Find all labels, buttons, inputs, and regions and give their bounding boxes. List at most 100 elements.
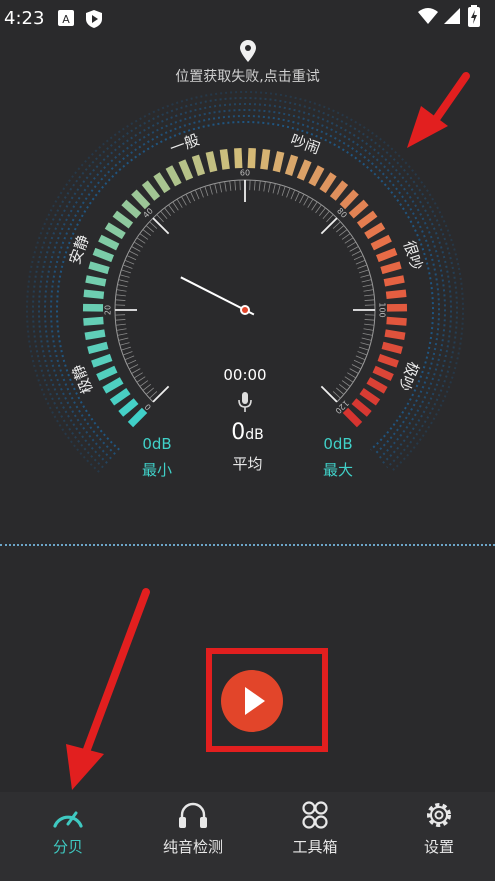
gauge-segment — [260, 148, 271, 170]
major-tick — [320, 385, 338, 403]
minor-tick — [117, 284, 128, 287]
gauge-segment — [127, 407, 148, 428]
play-icon — [245, 687, 265, 715]
play-button[interactable] — [221, 670, 283, 732]
minor-tick — [307, 198, 314, 208]
minor-tick — [281, 186, 286, 196]
minor-tick — [131, 368, 141, 374]
gauge-segment — [296, 159, 312, 181]
minor-tick — [357, 264, 368, 269]
level-label: 极吵 — [395, 359, 423, 394]
gauge-segment — [359, 387, 381, 406]
minor-tick — [168, 204, 175, 214]
scale-tick-label: 20 — [104, 305, 113, 315]
minor-tick — [322, 210, 330, 220]
min-value: 0dB — [142, 435, 172, 453]
level-label: 极静 — [68, 362, 96, 397]
gauge-segment — [205, 151, 218, 173]
headphones-icon — [179, 802, 207, 828]
gauge-segment — [153, 172, 171, 194]
gauge-segment — [342, 407, 363, 428]
gauge-segment — [384, 329, 406, 340]
nav-label-toolbox: 工具箱 — [292, 838, 338, 856]
minor-tick — [116, 328, 127, 331]
gauge-segment — [88, 261, 110, 275]
minor-tick — [360, 274, 371, 278]
minor-tick — [349, 246, 359, 252]
gauge-segment — [381, 341, 403, 355]
minor-tick — [353, 255, 364, 261]
scale-tick-label: 100 — [378, 302, 387, 317]
gauge-segment — [96, 365, 118, 381]
gauge-segment — [284, 154, 299, 176]
minor-tick — [115, 323, 126, 326]
gauge-segment — [141, 180, 161, 201]
min-label: 最小 — [141, 461, 172, 479]
gauge-segment — [165, 165, 182, 187]
minor-tick — [139, 233, 149, 240]
minor-tick — [332, 221, 341, 229]
minor-tick — [234, 180, 236, 191]
gauge-segment — [92, 247, 114, 263]
minor-tick — [349, 368, 359, 374]
nav-item-tone-test[interactable]: 纯音检测 — [143, 800, 243, 857]
major-tick — [152, 385, 170, 403]
gauge-segment — [319, 172, 337, 194]
minor-tick — [209, 184, 213, 195]
minor-tick — [224, 181, 227, 192]
minor-tick — [268, 182, 271, 193]
minor-tick — [190, 191, 196, 202]
minor-tick — [149, 391, 158, 399]
minor-tick — [115, 319, 126, 321]
decibel-gauge: 020406080100120 极静安静一般 吵闹很吵极吵 — [26, 91, 464, 473]
arrow-bottom-left — [66, 588, 150, 790]
minor-tick — [164, 207, 172, 217]
minor-tick — [347, 241, 357, 248]
minor-tick — [362, 333, 373, 336]
gauge-segment — [85, 275, 107, 287]
minor-tick — [172, 201, 179, 211]
minor-tick — [361, 279, 372, 283]
minor-tick — [121, 346, 131, 351]
gauge-segment — [234, 147, 243, 169]
gauge-segment — [386, 316, 407, 326]
minor-tick — [341, 380, 351, 387]
minor-tick — [362, 284, 373, 287]
nav-item-settings[interactable]: 设置 — [389, 800, 489, 857]
minor-tick — [359, 269, 369, 274]
minor-tick — [361, 337, 372, 341]
minor-tick — [160, 210, 168, 220]
major-tick — [320, 217, 338, 235]
gauge-segment — [91, 353, 113, 368]
minor-tick — [124, 259, 135, 265]
minor-tick — [194, 189, 200, 200]
level-label: 安静 — [66, 232, 93, 266]
minor-tick — [360, 342, 371, 346]
needle-hub-dot — [242, 307, 248, 313]
minor-tick — [136, 237, 146, 244]
minor-tick — [364, 294, 375, 297]
minor-tick — [294, 191, 300, 202]
gauge-segment — [247, 147, 256, 169]
gauge-segment — [376, 247, 398, 263]
gauge-segment — [102, 377, 124, 394]
minor-tick — [133, 372, 143, 379]
minor-tick — [364, 299, 375, 301]
gauge-segment — [348, 199, 369, 219]
gauge-segment — [380, 261, 402, 275]
gauge-segment — [98, 234, 120, 251]
gauge-segment — [219, 148, 230, 170]
gauge-segment — [272, 151, 285, 173]
minor-tick — [139, 380, 149, 387]
minor-tick — [142, 229, 152, 237]
nav-item-decibel[interactable]: 分贝 — [18, 800, 118, 857]
nav-label-tone-test: 纯音检测 — [162, 838, 223, 856]
minor-tick — [121, 269, 131, 274]
minor-tick — [335, 225, 345, 233]
minor-tick — [115, 294, 126, 297]
gauge-segment — [109, 387, 131, 406]
avg-label: 平均 — [232, 455, 263, 473]
nav-item-toolbox[interactable]: 工具箱 — [265, 800, 365, 857]
minor-tick — [318, 207, 326, 217]
minor-tick — [311, 201, 318, 211]
